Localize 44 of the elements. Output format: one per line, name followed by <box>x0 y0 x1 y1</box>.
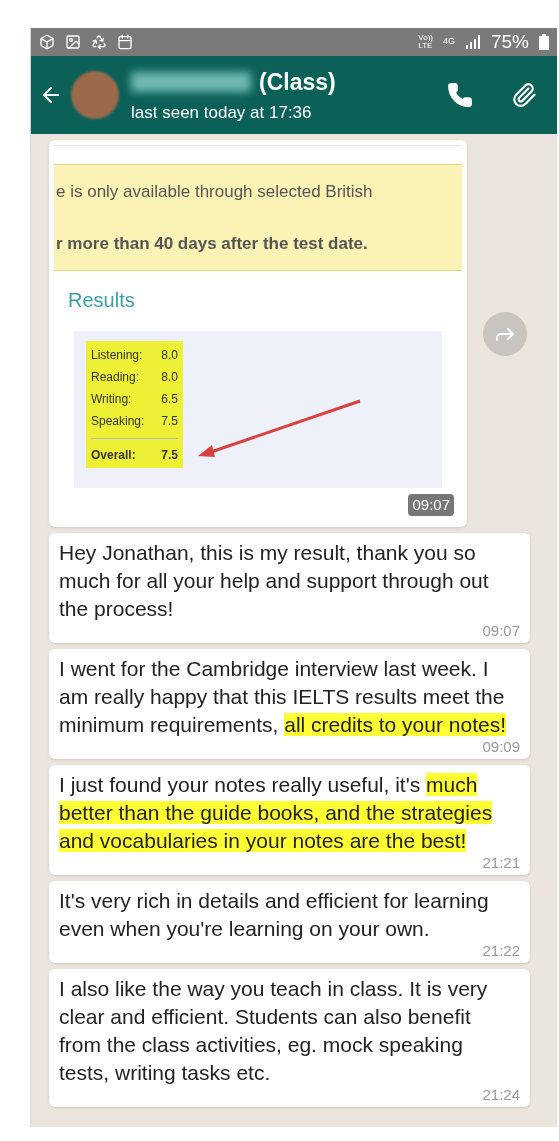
message-bubble[interactable]: It's very rich in details and efficient for learning even when you're learning on your own. 21:22 <box>49 881 530 963</box>
message-time: 09:09 <box>482 739 520 755</box>
message-bubble[interactable]: I went for the Cambridge interview last week. I am really happy that this IELTS results meet the minimum requirements, all credits to your notes! 09:09 <box>49 649 530 759</box>
overall-value: 7.5 <box>161 447 178 464</box>
chat-title: (Class) <box>259 68 336 97</box>
score-value: 6.5 <box>161 391 178 408</box>
score-value: 8.0 <box>161 347 178 364</box>
data-label: 4G <box>442 35 455 49</box>
message-text: Hey Jonathan, this is my result, thank you so much for all your help and support through out the process! <box>59 540 490 622</box>
phone-icon <box>447 82 473 108</box>
message-text: I just found your notes really useful, it's much better than the guide books, and the strategies and vocabularies in your notes are the best! <box>59 772 494 854</box>
score-label: Speaking: <box>91 413 145 430</box>
overall-label: Overall: <box>91 447 136 464</box>
message-time: 21:22 <box>482 943 520 959</box>
message-bubble[interactable]: Hey Jonathan, this is my result, thank you so much for all your help and support through out the process! 09:07 <box>49 533 530 643</box>
battery-percent: 75% <box>490 29 529 54</box>
notice-text: r more than 40 days after the test date. <box>56 232 369 255</box>
score-value: 8.0 <box>161 369 178 386</box>
recycle-icon <box>91 34 107 50</box>
message-text: I went for the Cambridge interview last week. I am really happy that this IELTS results meet the minimum requirements, all credits to your notes! <box>59 656 508 738</box>
message-time: 21:21 <box>482 855 520 871</box>
notice-text: e is only available through selected British <box>56 181 374 203</box>
last-seen-status: last seen today at 17:36 <box>131 101 313 124</box>
paperclip-icon <box>511 82 537 108</box>
message-bubble[interactable]: I also like the way you teach in class. It is very clear and efficient. Students can also benefit from the class activities, eg. mock speaking tests, writing tasks etc. 21:24 <box>49 969 530 1107</box>
battery-icon <box>539 34 549 50</box>
score-label: Writing: <box>91 391 132 408</box>
calendar-icon <box>117 34 133 50</box>
signal-icon <box>464 35 481 49</box>
image-icon <box>65 34 81 50</box>
message-text: I also like the way you teach in class. It is very clear and efficient. Students can also benefit from the class activities, eg. mock speaking tests, writing tasks etc. <box>59 976 489 1086</box>
message-bubble[interactable]: I just found your notes really useful, it's much better than the guide books, and the strategies and vocabularies in your notes are the best! 21:21 <box>49 765 530 875</box>
message-time: 21:24 <box>482 1087 520 1103</box>
image-message[interactable]: e is only available through selected British r more than 40 days after the test date. Results Listening: 8.0 Reading: 8.0 Writing: 6.5 Speaking: 7.5 Overall: 7.5 09:07 <box>49 140 467 527</box>
score-value: 7.5 <box>161 413 178 430</box>
results-heading: Results <box>68 288 136 313</box>
message-time: 09:07 <box>482 623 520 639</box>
network-label: LTE <box>418 42 433 50</box>
score-label: Listening: <box>91 347 143 364</box>
arrow-icon <box>196 399 362 459</box>
message-text: It's very rich in details and efficient for learning even when you're learning on your own. <box>59 888 490 942</box>
score-label: Reading: <box>91 369 140 386</box>
message-time: 09:07 <box>408 493 454 516</box>
network-label: Vo)) <box>418 34 433 42</box>
